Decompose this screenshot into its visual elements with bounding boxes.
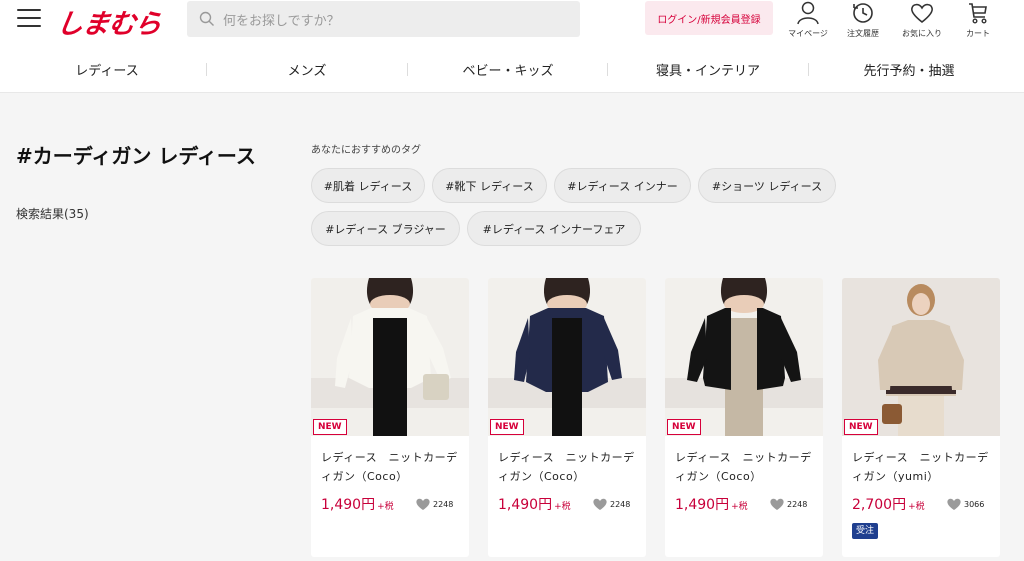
nav-item-ladies[interactable]: レディース: [7, 60, 207, 79]
tag-chip[interactable]: #レディース インナー: [554, 168, 691, 203]
new-badge: NEW: [667, 419, 701, 435]
tag-chip[interactable]: #レディース インナーフェア: [467, 211, 641, 246]
favorite-count[interactable]: 2248: [415, 497, 453, 511]
tag-chip[interactable]: #レディース ブラジャー: [311, 211, 460, 246]
tax-label: +税: [377, 502, 394, 512]
page-title: #カーディガン レディース: [16, 144, 256, 168]
user-icon: [797, 1, 819, 25]
order-badge: 受注: [852, 523, 879, 539]
favorite-count[interactable]: 2248: [769, 497, 807, 511]
result-count: 検索結果(35): [16, 207, 89, 221]
cart-button[interactable]: カート: [953, 0, 1003, 39]
search-icon: [199, 11, 214, 26]
favorites-label: お気に入り: [902, 29, 942, 38]
product-price: 1,490円 +税: [321, 494, 394, 514]
heart-icon: [770, 498, 784, 510]
product-image[interactable]: [665, 278, 823, 436]
menu-icon[interactable]: [17, 9, 41, 29]
favorite-count[interactable]: 2248: [592, 497, 630, 511]
product-name[interactable]: レディース ニットカーディガン（Coco）: [498, 448, 638, 486]
new-badge: NEW: [844, 419, 878, 435]
favorite-count-value: 2248: [610, 499, 631, 509]
product-price: 1,490円 +税: [675, 494, 748, 514]
site-logo[interactable]: しまむら: [54, 2, 163, 41]
heart-icon: [910, 3, 934, 24]
tax-label: +税: [554, 502, 571, 512]
tax-label: +税: [731, 502, 748, 512]
product-card[interactable]: NEW レディース ニットカーディガン（Coco） 1,490円 +税 2248: [665, 278, 823, 557]
price-value: 1,490円: [498, 497, 553, 513]
order-history-button[interactable]: 注文履歴: [838, 0, 888, 39]
favorite-count-value: 3066: [964, 499, 985, 509]
header-divider: [0, 92, 1024, 93]
site-header: しまむら 何をお探しですか？ ログイン/新規会員登録 マイページ 注文履歴 お気…: [0, 0, 1024, 93]
category-nav: レディース メンズ ベビー・キッズ 寝具・インテリア 先行予約・抽選: [0, 50, 1024, 90]
product-card[interactable]: NEW レディース ニットカーディガン（Coco） 1,490円 +税 2248: [311, 278, 469, 557]
heart-icon: [416, 498, 430, 510]
tag-chip[interactable]: #ショーツ レディース: [698, 168, 836, 203]
tag-chip[interactable]: #靴下 レディース: [432, 168, 547, 203]
product-image[interactable]: [842, 278, 1000, 436]
price-value: 1,490円: [321, 497, 376, 513]
price-value: 1,490円: [675, 497, 730, 513]
nav-item-preorder-lottery[interactable]: 先行予約・抽選: [809, 60, 1009, 79]
cart-icon: [969, 3, 987, 24]
nav-item-bedding-interior[interactable]: 寝具・インテリア: [608, 60, 808, 79]
product-price: 1,490円 +税: [498, 494, 571, 514]
nav-item-baby-kids[interactable]: ベビー・キッズ: [408, 60, 608, 79]
tax-label: +税: [908, 502, 925, 512]
favorite-count-value: 2248: [787, 499, 808, 509]
tag-chip[interactable]: #肌着 レディース: [311, 168, 425, 203]
favorite-count[interactable]: 3066: [946, 497, 984, 511]
product-name[interactable]: レディース ニットカーディガン（yumi）: [852, 448, 992, 486]
product-price: 2,700円 +税: [852, 494, 925, 514]
mypage-label: マイページ: [788, 29, 828, 38]
product-image[interactable]: [311, 278, 469, 436]
search-input[interactable]: 何をお探しですか？: [187, 1, 580, 37]
price-value: 2,700円: [852, 497, 907, 513]
heart-icon: [593, 498, 607, 510]
product-name[interactable]: レディース ニットカーディガン（Coco）: [321, 448, 461, 486]
nav-item-mens[interactable]: メンズ: [207, 60, 407, 79]
order-history-label: 注文履歴: [847, 29, 879, 38]
product-name[interactable]: レディース ニットカーディガン（Coco）: [675, 448, 815, 486]
search-placeholder: 何をお探しですか？: [223, 14, 340, 29]
product-image[interactable]: [488, 278, 646, 436]
new-badge: NEW: [490, 419, 524, 435]
recommended-tags-heading: あなたにおすすめのタグ: [311, 145, 421, 156]
login-register-button[interactable]: ログイン/新規会員登録: [645, 1, 773, 35]
favorite-count-value: 2248: [433, 499, 454, 509]
new-badge: NEW: [313, 419, 347, 435]
history-icon: [853, 3, 873, 23]
cart-label: カート: [966, 29, 990, 38]
heart-icon: [947, 498, 961, 510]
product-card[interactable]: NEW レディース ニットカーディガン（Coco） 1,490円 +税 2248: [488, 278, 646, 557]
product-card[interactable]: NEW レディース ニットカーディガン（yumi） 2,700円 +税 3066 …: [842, 278, 1000, 557]
mypage-button[interactable]: マイページ: [783, 0, 833, 39]
favorites-button[interactable]: お気に入り: [897, 0, 947, 39]
